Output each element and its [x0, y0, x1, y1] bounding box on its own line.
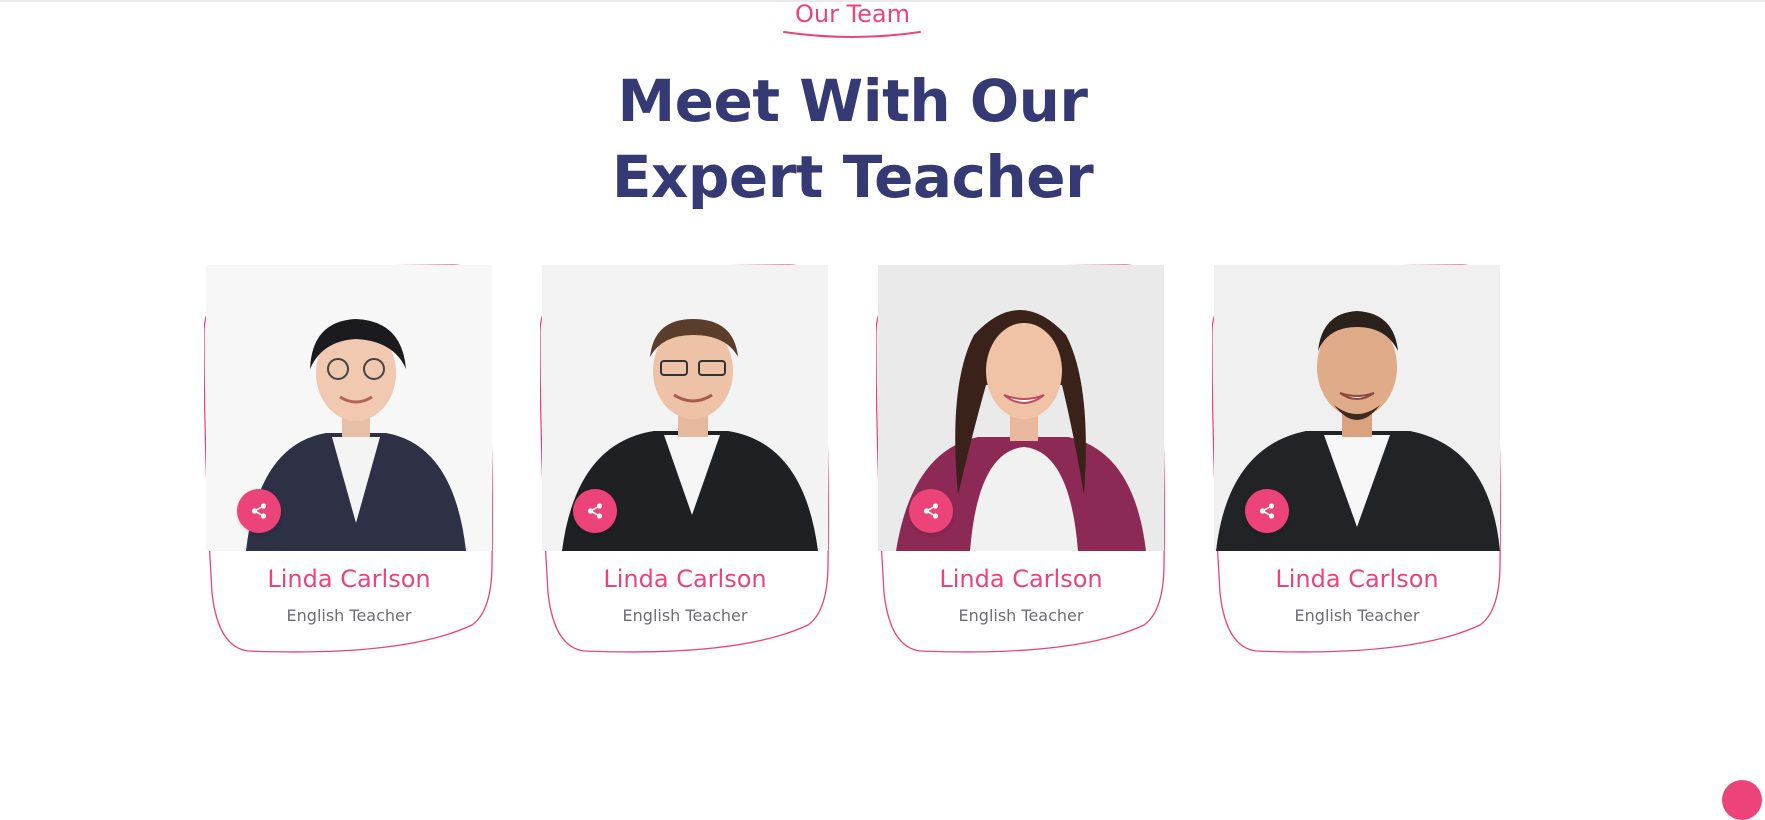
title-line-2: Expert Teacher	[611, 143, 1094, 211]
share-icon	[1259, 503, 1275, 519]
share-icon	[251, 503, 267, 519]
teacher-name[interactable]: Linda Carlson	[1212, 564, 1502, 594]
teacher-name[interactable]: Linda Carlson	[540, 564, 830, 594]
share-button[interactable]	[237, 489, 281, 533]
teacher-card[interactable]: Linda Carlson English Teacher	[204, 263, 494, 653]
teacher-role: English Teacher	[1294, 606, 1420, 625]
scroll-to-top-button[interactable]	[1722, 780, 1762, 820]
share-button[interactable]	[1245, 489, 1289, 533]
teacher-card[interactable]: Linda Carlson English Teacher	[1212, 263, 1502, 653]
teacher-role: English Teacher	[622, 606, 748, 625]
eyebrow-underline	[783, 31, 921, 38]
teacher-role: English Teacher	[286, 606, 412, 625]
teacher-name[interactable]: Linda Carlson	[876, 564, 1166, 594]
title-line-1: Meet With Our	[617, 67, 1088, 135]
teacher-name[interactable]: Linda Carlson	[204, 564, 494, 594]
section-title: Meet With Our Expert Teacher	[0, 63, 1705, 215]
share-icon	[587, 503, 603, 519]
share-button[interactable]	[573, 489, 617, 533]
share-button[interactable]	[909, 489, 953, 533]
teacher-card[interactable]: Linda Carlson English Teacher	[876, 263, 1166, 653]
share-icon	[923, 503, 939, 519]
teacher-card[interactable]: Linda Carlson English Teacher	[540, 263, 830, 653]
teacher-role: English Teacher	[958, 606, 1084, 625]
